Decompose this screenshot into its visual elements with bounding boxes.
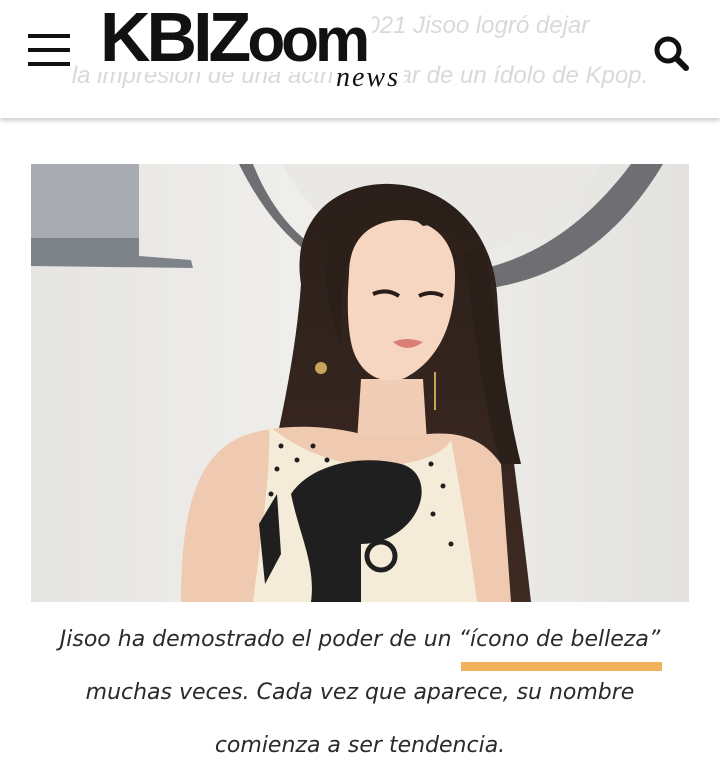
caption-highlight bbox=[461, 662, 662, 671]
logo-wordmark: KBIZoom bbox=[100, 2, 373, 72]
search-icon[interactable] bbox=[652, 34, 692, 74]
menu-bar bbox=[28, 34, 70, 38]
site-header: una v... pero solo en 2021 Jisoo logró d… bbox=[0, 0, 720, 118]
caption-line2: muchas veces. Cada vez que aparece, su n… bbox=[85, 680, 635, 705]
menu-bar bbox=[28, 62, 70, 66]
hamburger-menu-icon[interactable] bbox=[28, 34, 70, 66]
caption-line3: comienza a ser tendencia. bbox=[214, 733, 506, 758]
article-photo bbox=[31, 164, 689, 602]
logo-kbiz: KBIZ bbox=[100, 0, 251, 76]
site-logo[interactable]: KBIZoom news bbox=[100, 2, 410, 102]
menu-bar bbox=[28, 48, 70, 52]
caption-line1: Jisoo ha demostrado el poder de un “ícon… bbox=[59, 627, 661, 652]
logo-news: news bbox=[332, 64, 404, 92]
